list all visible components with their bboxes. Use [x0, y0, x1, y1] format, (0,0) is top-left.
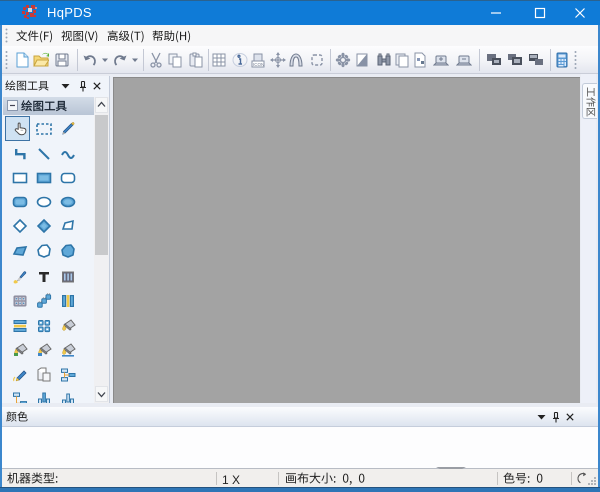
svg-text:ICON: ICON [253, 62, 264, 67]
